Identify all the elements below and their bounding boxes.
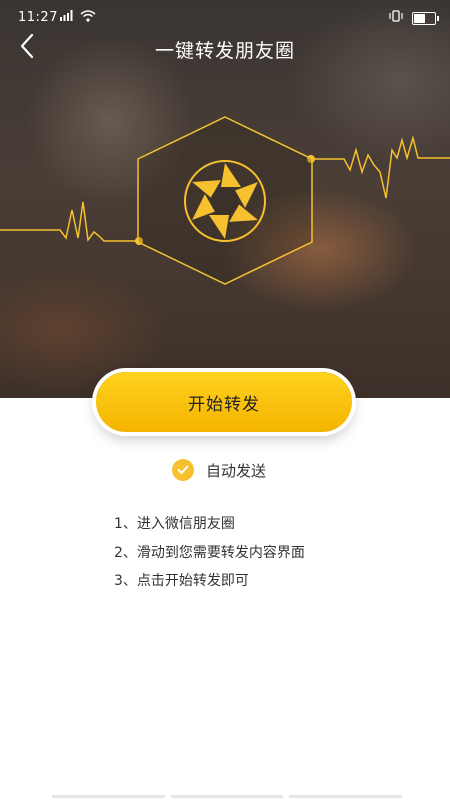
step-item: 3、点击开始转发即可 <box>114 573 249 589</box>
instruction-steps: 1、进入微信朋友圈 2、滑动到您需要转发内容界面 3、点击开始转发即可 <box>114 510 305 596</box>
start-forward-button[interactable]: 开始转发 <box>96 372 352 432</box>
aperture-icon <box>184 160 266 242</box>
navigation-bar: 一键转发朋友圈 <box>0 30 450 66</box>
page-title: 一键转发朋友圈 <box>154 40 295 62</box>
status-time: 11:27 <box>18 10 58 25</box>
divider-segment <box>52 795 165 798</box>
auto-send-toggle[interactable]: 自动发送 <box>172 459 266 481</box>
step-item: 1、进入微信朋友圈 <box>114 516 235 532</box>
vibrate-icon <box>388 10 404 26</box>
battery-level <box>414 13 425 23</box>
status-left-icons <box>60 10 96 26</box>
status-right-icons <box>388 10 439 26</box>
divider-segment <box>170 795 284 798</box>
signal-icon <box>60 10 74 26</box>
auto-send-label: 自动发送 <box>206 461 267 480</box>
bottom-divider <box>52 795 403 798</box>
checkmark-icon <box>172 459 194 481</box>
waveform-right <box>312 135 450 199</box>
waveform-left <box>0 201 138 242</box>
wifi-icon <box>80 10 96 26</box>
battery-icon <box>412 11 439 25</box>
divider-segment <box>289 795 403 798</box>
hero-background: 11:27 一键转发朋友圈 <box>0 0 450 398</box>
step-item: 2、滑动到您需要转发内容界面 <box>114 544 305 561</box>
